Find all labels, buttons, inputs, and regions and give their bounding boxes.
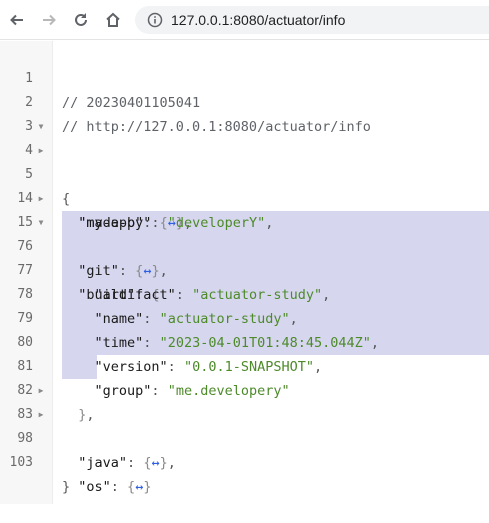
code-line: 2 // http://127.0.0.1:8080/actuator/info <box>0 67 489 135</box>
code-line: 83 ▶ "java": {↔}, <box>0 379 489 471</box>
home-button[interactable] <box>98 5 128 35</box>
address-bar[interactable]: 127.0.0.1:8080/actuator/info <box>135 6 489 34</box>
browser-toolbar: 127.0.0.1:8080/actuator/info <box>0 0 489 40</box>
fold-collapsed-icon[interactable]: ▶ <box>36 403 46 427</box>
reload-button[interactable] <box>66 5 96 35</box>
fold-collapsed-icon[interactable]: ▶ <box>36 187 46 211</box>
code-line: 98 ▶ "os": {↔} <box>0 403 489 495</box>
site-info-icon[interactable] <box>147 12 163 28</box>
home-icon <box>106 12 120 27</box>
collapsed-object-marker[interactable]: ↔ <box>151 455 159 471</box>
back-button[interactable] <box>2 5 32 35</box>
code-line: 81 "group": "me.developery" <box>0 331 489 399</box>
code-line: 103 } <box>0 427 489 495</box>
close-brace: } <box>62 479 71 495</box>
reload-icon <box>75 13 87 26</box>
code-line: 80 "version": "0.0.1-SNAPSHOT", <box>0 307 489 375</box>
code-line: 5 ▶ "my-app": {↔}, <box>0 139 489 231</box>
fold-expanded-icon[interactable]: ▼ <box>36 115 46 139</box>
code-line: 3 <box>0 91 489 134</box>
json-viewer: 1 // 20230401105041 2 // http://127.0.0.… <box>0 43 489 495</box>
code-line: 14 "made-by": "developerY", <box>0 163 489 231</box>
line-number: 103 <box>9 455 33 470</box>
url-text[interactable]: 127.0.0.1:8080/actuator/info <box>171 12 345 28</box>
code-line: 78 "name": "actuator-study", <box>0 259 489 327</box>
fold-collapsed-icon[interactable]: ▶ <box>36 139 46 163</box>
code-line: 77 "artifact": "actuator-study", <box>0 235 489 303</box>
code-line: 1 // 20230401105041 <box>0 43 489 111</box>
forward-arrow-icon <box>43 14 56 25</box>
back-arrow-icon <box>10 14 23 25</box>
code-line: 15 ▶ "git": {↔}, <box>0 187 489 279</box>
code-line: 76 ▼ "build": { <box>0 211 489 303</box>
code-line: 79 "time": "2023-04-01T01:48:45.044Z", <box>0 283 489 351</box>
code-line: 4 ▼ { <box>0 115 489 207</box>
json-key: "java" <box>78 455 128 471</box>
json-key: "os" <box>78 479 111 495</box>
fold-expanded-icon[interactable]: ▼ <box>36 211 46 235</box>
fold-collapsed-icon[interactable]: ▶ <box>36 379 46 403</box>
code-line: 82 }, <box>0 355 489 423</box>
forward-button[interactable] <box>34 5 64 35</box>
